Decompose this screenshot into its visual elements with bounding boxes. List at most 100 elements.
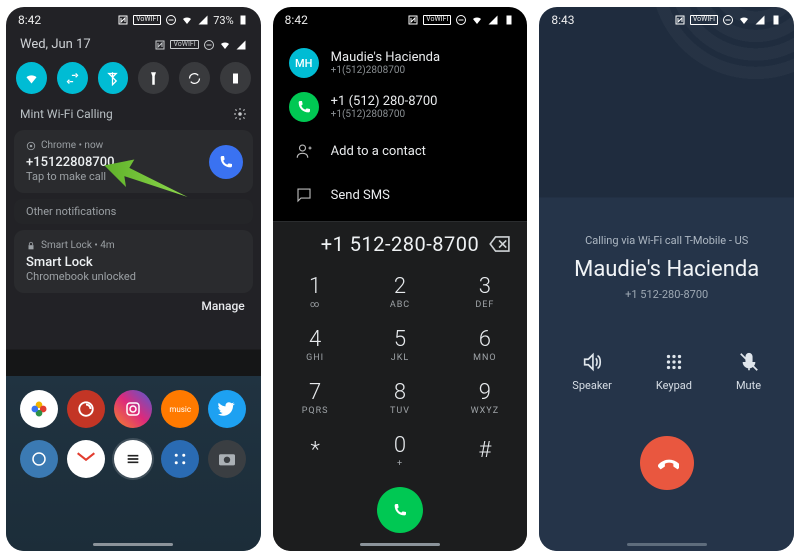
app-twitter[interactable] <box>208 390 246 428</box>
mute-button[interactable]: Mute <box>736 351 761 392</box>
app-gmail[interactable] <box>67 440 105 478</box>
key-3[interactable]: 3DEF <box>442 266 527 319</box>
speaker-button[interactable]: Speaker <box>572 351 612 392</box>
notification-smartlock[interactable]: Smart Lock • 4m Smart Lock Chromebook un… <box>14 230 253 293</box>
other-notifications-header: Other notifications <box>14 199 253 224</box>
qs-battery-saver[interactable] <box>220 62 251 94</box>
app-camera[interactable] <box>208 440 246 478</box>
dnd-icon <box>203 39 215 51</box>
add-contact[interactable]: Add to a contact <box>273 129 528 173</box>
date-text: Wed, Jun 17 <box>20 37 91 52</box>
qs-data[interactable] <box>57 62 88 94</box>
list-item-sub: +1(512)2808700 <box>331 109 438 120</box>
call-controls: Speaker Keypad Mute <box>539 327 794 551</box>
app-music[interactable]: music <box>161 390 199 428</box>
nfc-icon <box>154 39 166 51</box>
send-sms[interactable]: Send SMS <box>273 173 528 217</box>
chrome-icon <box>26 141 36 151</box>
backspace-button[interactable] <box>489 236 511 252</box>
keypad-icon <box>663 351 685 373</box>
list-item-title: Add to a contact <box>331 144 426 159</box>
screen-notifications: 8:42 VoWIFI 73% Wed, Jun 17 VoWIFI Mint … <box>6 7 261 551</box>
status-bar: 8:43 VoWIFI <box>539 7 794 33</box>
avatar: MH <box>289 48 319 78</box>
gear-icon[interactable] <box>233 107 247 121</box>
dialed-number: +1 512-280-8700 <box>321 232 480 256</box>
lock-icon <box>26 241 36 251</box>
end-call-button[interactable] <box>640 436 694 490</box>
dial-keypad: 1∞ 2ABC 3DEF 4GHI 5JKL 6MNO 7PQRS 8TUV 9… <box>273 266 528 479</box>
app-instagram[interactable] <box>114 390 152 428</box>
speaker-icon <box>581 351 603 373</box>
dial-call-button[interactable] <box>377 487 423 533</box>
vowifi-badge: VoWIFI <box>170 40 198 50</box>
nfc-icon <box>117 14 129 26</box>
qs-rotate[interactable] <box>179 62 210 94</box>
sms-icon <box>289 180 319 210</box>
calling-status: Calling via Wi-Fi call T-Mobile - US <box>585 234 748 247</box>
app-generic[interactable] <box>161 440 199 478</box>
nfc-icon <box>674 14 686 26</box>
battery-indicator: 73% <box>213 14 248 27</box>
key-9[interactable]: 9WXYZ <box>442 373 527 426</box>
manage-button[interactable]: Manage <box>6 299 261 321</box>
vowifi-badge: VoWIFI <box>423 15 451 25</box>
status-time: 8:43 <box>551 13 574 27</box>
mute-icon <box>738 351 760 373</box>
call-info: Calling via Wi-Fi call T-Mobile - US Mau… <box>539 33 794 327</box>
signal-icon <box>487 14 499 26</box>
app-authy[interactable] <box>20 440 58 478</box>
dnd-icon <box>455 14 467 26</box>
home-indicator[interactable] <box>93 543 173 546</box>
date-row: Wed, Jun 17 VoWIFI <box>6 33 261 58</box>
notification-chrome[interactable]: Chrome • now +15122808700 Tap to make ca… <box>14 130 253 193</box>
hangup-icon <box>655 451 679 475</box>
vowifi-badge: VoWIFI <box>133 15 161 25</box>
signal-icon <box>235 39 247 51</box>
app-photos[interactable] <box>20 390 58 428</box>
call-button[interactable] <box>209 145 243 179</box>
key-4[interactable]: 4GHI <box>273 319 358 372</box>
key-8[interactable]: 8TUV <box>358 373 443 426</box>
status-bar: 8:42 VoWIFI 73% <box>6 7 261 33</box>
wifi-calling-row: Mint Wi-Fi Calling <box>6 104 261 124</box>
key-1[interactable]: 1∞ <box>273 266 358 319</box>
key-hash[interactable]: # <box>442 426 527 479</box>
dnd-icon <box>165 14 177 26</box>
home-indicator[interactable] <box>360 543 440 546</box>
app-pocketcasts[interactable] <box>67 390 105 428</box>
quick-settings <box>6 58 261 104</box>
phone-icon <box>296 99 312 115</box>
app-row: music <box>6 376 261 436</box>
key-6[interactable]: 6MNO <box>442 319 527 372</box>
list-item-title: Maudie's Hacienda <box>331 50 440 65</box>
status-time: 8:42 <box>18 13 41 27</box>
notification-title: Smart Lock <box>26 255 241 270</box>
key-0[interactable]: 0+ <box>358 426 443 479</box>
wifi-calling-label: Mint Wi-Fi Calling <box>20 107 113 121</box>
qs-bluetooth[interactable] <box>98 62 129 94</box>
home-screen: music <box>6 376 261 551</box>
key-star[interactable]: * <box>273 426 358 479</box>
key-2[interactable]: 2ABC <box>358 266 443 319</box>
phone-icon <box>218 154 234 170</box>
suggestion-number[interactable]: +1 (512) 280-8700+1(512)2808700 <box>273 85 528 129</box>
key-7[interactable]: 7PQRS <box>273 373 358 426</box>
wifi-icon <box>219 39 231 51</box>
dock-row <box>6 436 261 486</box>
app-drawer[interactable] <box>114 440 152 478</box>
keypad-button[interactable]: Keypad <box>656 351 692 392</box>
phone-avatar <box>289 92 319 122</box>
key-5[interactable]: 5JKL <box>358 319 443 372</box>
home-indicator[interactable] <box>627 543 707 546</box>
qs-wifi[interactable] <box>16 62 47 94</box>
battery-icon <box>770 14 782 26</box>
signal-icon <box>754 14 766 26</box>
notification-subtitle: Tap to make call <box>26 170 241 183</box>
screen-in-call: 8:43 VoWIFI Calling via Wi-Fi call T-Mob… <box>539 7 794 551</box>
status-icons: VoWIFI <box>407 14 515 26</box>
add-contact-icon <box>289 136 319 166</box>
qs-flashlight[interactable] <box>138 62 169 94</box>
suggestion-contact[interactable]: MH Maudie's Hacienda+1(512)2808700 <box>273 41 528 85</box>
wifi-icon <box>738 14 750 26</box>
